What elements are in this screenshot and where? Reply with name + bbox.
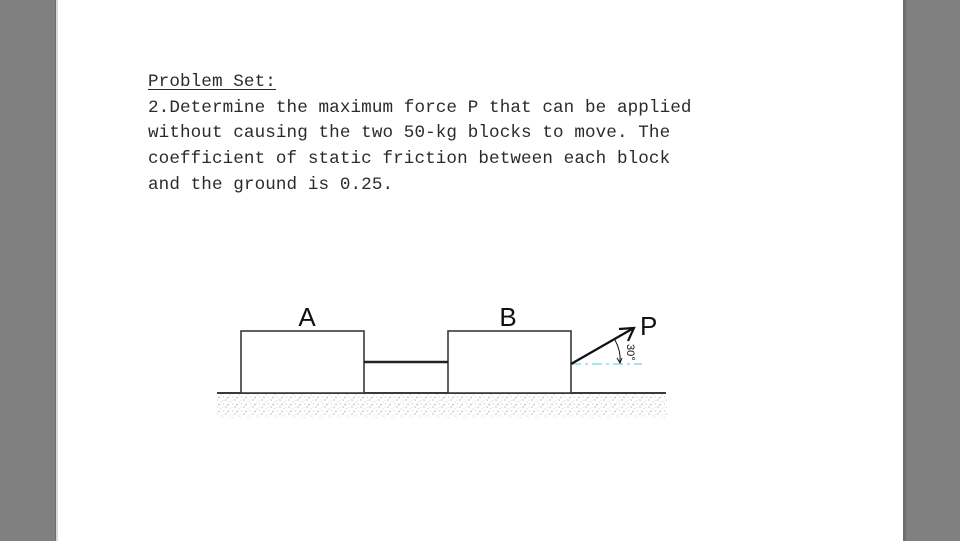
force-p-arrow [570,328,633,365]
force-p-label: P [640,311,657,341]
blocks-diagram: A B P 30° [217,302,667,418]
block-b-label: B [499,302,516,332]
ground-hatching [217,394,667,418]
block-a [240,330,365,394]
block-b [447,330,572,394]
angle-label: 30° [624,344,636,361]
angle-arc-arrow-icon [616,357,623,365]
block-a-label: A [298,302,316,332]
